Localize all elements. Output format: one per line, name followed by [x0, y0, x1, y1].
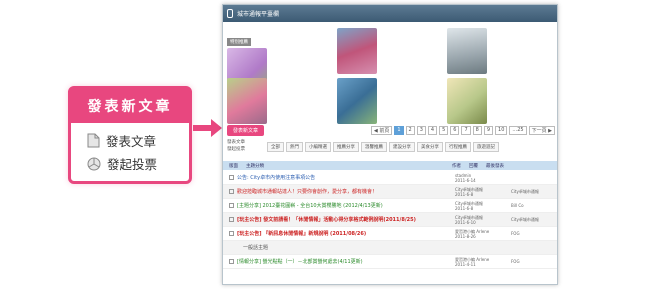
featured-tile[interactable]: 特別推薦 [227, 28, 333, 94]
table-row[interactable]: [情報分享] 螢光點點（一）－北部賞螢何處去(4/11更新) 愛哲港小編 Arl… [223, 255, 557, 269]
featured-photo [337, 78, 377, 124]
featured-tile[interactable] [227, 78, 333, 126]
topic-author: City卓城市通報 2011-6-10 [455, 214, 483, 225]
topic-last-post: FOG [511, 231, 520, 236]
topic-title[interactable]: [玩主公告] 『新訊息休閒情報』新規說明 (2011/08/26) [237, 230, 366, 237]
column-header[interactable]: 回覆 [469, 163, 478, 169]
pager-page[interactable]: 7 [461, 125, 471, 135]
option-start-poll[interactable]: 發起投票 [227, 146, 245, 153]
start-poll-item[interactable]: 發起投票 [71, 150, 189, 173]
topic-last-post: City卓城市通報 [511, 217, 539, 222]
tab-recommend[interactable]: 推薦分享 [333, 142, 359, 152]
topic-author: 愛哲港小編 Arlene 2011-4-11 [455, 256, 490, 267]
featured-photo [227, 78, 267, 124]
pager-page[interactable]: 5 [439, 125, 449, 135]
topic-author: 愛哲港小編 Arlene 2011-8-26 [455, 228, 490, 239]
tab-all[interactable]: 全部 [267, 142, 284, 152]
topic-icon [229, 259, 234, 264]
featured-grid: 特別推薦 [223, 22, 557, 126]
topic-icon [229, 231, 234, 236]
column-header[interactable]: 版面 [229, 163, 238, 169]
pagination: ◀ 前頁 1 2 3 4 5 6 7 8 9 10 ...25 下一頁 ▶ [370, 125, 557, 135]
table-row[interactable]: [主題分享] 2012臺花圓嶄 - 全台10大賞櫻勝地 (2012/4/13更新… [223, 199, 557, 213]
tab-construction[interactable]: 建設分享 [389, 142, 415, 152]
featured-tile[interactable] [337, 28, 443, 76]
tab-warm[interactable]: 溫馨推薦 [361, 142, 387, 152]
option-post-article[interactable]: 發表文章 [227, 139, 245, 146]
table-row[interactable]: [玩主公告] 『新訊息休閒情報』新規說明 (2011/08/26) 愛哲港小編 … [223, 227, 557, 241]
speaker-icon [229, 175, 234, 180]
table-row[interactable]: [玩主公告] 發文前請看！「休閒情報」活動心得分享格式範例說明(2011/8/2… [223, 213, 557, 227]
pager-page[interactable]: 1 [394, 125, 404, 135]
featured-photo [447, 28, 487, 74]
section-label: 一般話主題 [243, 245, 269, 251]
featured-photo [447, 78, 487, 124]
forum-header-title: 城市通報平臺欄 [237, 11, 280, 18]
topic-title[interactable]: 歡迎蒞臨城市通報站達人！只要你會創作，愛分享，都有機會！ [237, 188, 377, 195]
topic-author: City卓城市通報 2011-6-8 [455, 186, 483, 197]
callout-title: 發表新文章 [71, 89, 189, 123]
category-tabs: 全部 熱門 小編精選 推薦分享 溫馨推薦 建設分享 美食分享 行程推薦 旅遊遊記 [267, 142, 499, 152]
featured-tile[interactable] [447, 78, 553, 126]
topic-list: 公告: City卓市內使用注意事項公告 stadmin 2011-6-14 歡迎蒞… [223, 171, 557, 269]
section-row: 一般話主題 [223, 241, 557, 255]
column-header[interactable]: 作者 [452, 163, 461, 169]
topic-title[interactable]: 公告: City卓市內使用注意事項公告 [237, 174, 315, 181]
post-article-label: 發表文章 [106, 134, 157, 149]
topic-author: stadmin 2011-6-14 [455, 172, 476, 183]
tab-itinerary[interactable]: 行程推薦 [445, 142, 471, 152]
topic-last-post: Bill Co [511, 203, 524, 208]
pager-page[interactable]: 8 [472, 125, 482, 135]
featured-tile[interactable] [447, 28, 553, 76]
pointer-arrow-icon [193, 119, 222, 137]
column-header[interactable]: 最後發表 [486, 163, 504, 169]
topic-last-post: FOG [511, 259, 520, 264]
table-row[interactable]: 歡迎蒞臨城市通報站達人！只要你會創作，愛分享，都有機會！ City卓城市通報 20… [223, 185, 557, 199]
featured-photo [337, 28, 377, 74]
pager-page[interactable]: 4 [427, 125, 438, 135]
pager-page[interactable]: 9 [483, 125, 494, 135]
topic-icon [229, 217, 234, 222]
topic-title[interactable]: [主題分享] 2012臺花圓嶄 - 全台10大賞櫻勝地 (2012/4/13更新… [237, 202, 383, 209]
start-poll-label: 發起投票 [107, 157, 158, 172]
post-toolbar: 發表新文章 ◀ 前頁 1 2 3 4 5 6 7 8 9 10 ...25 下一… [223, 123, 557, 137]
topic-icon [229, 203, 234, 208]
forum-header: 城市通報平臺欄 [223, 5, 557, 22]
tab-hot[interactable]: 熱門 [286, 142, 303, 152]
pager-page[interactable]: 10 [495, 125, 508, 135]
topic-title[interactable]: [玩主公告] 發文前請看！「休閒情報」活動心得分享格式範例說明(2011/8/2… [237, 216, 416, 223]
header-badge-icon [227, 9, 233, 18]
table-row[interactable]: 公告: City卓市內使用注意事項公告 stadmin 2011-6-14 [223, 171, 557, 185]
topic-icon [229, 189, 234, 194]
topic-author: City卓城市通報 2011-6-8 [455, 200, 483, 211]
pager-prev[interactable]: ◀ 前頁 [370, 125, 393, 135]
document-icon [87, 133, 100, 148]
table-header: 版面 主題分類 作者 回覆 最後發表 [223, 161, 557, 170]
tab-editor-picks[interactable]: 小編精選 [305, 142, 331, 152]
topic-title[interactable]: [情報分享] 螢光點點（一）－北部賞螢何處去(4/11更新) [237, 258, 363, 265]
pager-page[interactable]: 3 [416, 125, 426, 135]
pager-page[interactable]: ...25 [509, 125, 527, 135]
post-article-item[interactable]: 發表文章 [71, 123, 189, 150]
featured-tile[interactable] [337, 78, 443, 126]
pager-page[interactable]: 6 [450, 125, 460, 135]
pager-page[interactable]: 2 [405, 125, 415, 135]
tab-food[interactable]: 美食分享 [417, 142, 443, 152]
tab-travel[interactable]: 旅遊遊記 [473, 142, 499, 152]
pager-next[interactable]: 下一頁 ▶ [528, 125, 555, 135]
column-header[interactable]: 主題分類 [246, 163, 264, 169]
new-post-button[interactable]: 發表新文章 [227, 124, 265, 136]
post-options: 發表文章 發起投票 [227, 139, 245, 153]
new-post-callout: 發表新文章 發表文章 發起投票 [68, 86, 192, 184]
featured-tag: 特別推薦 [227, 38, 251, 46]
forum-screenshot: 城市通報平臺欄 特別推薦 發表新文章 ◀ 前頁 1 2 3 4 5 6 7 8 … [222, 4, 558, 285]
poll-icon [87, 157, 101, 170]
topic-last-post: City卓城市通報 [511, 189, 539, 194]
